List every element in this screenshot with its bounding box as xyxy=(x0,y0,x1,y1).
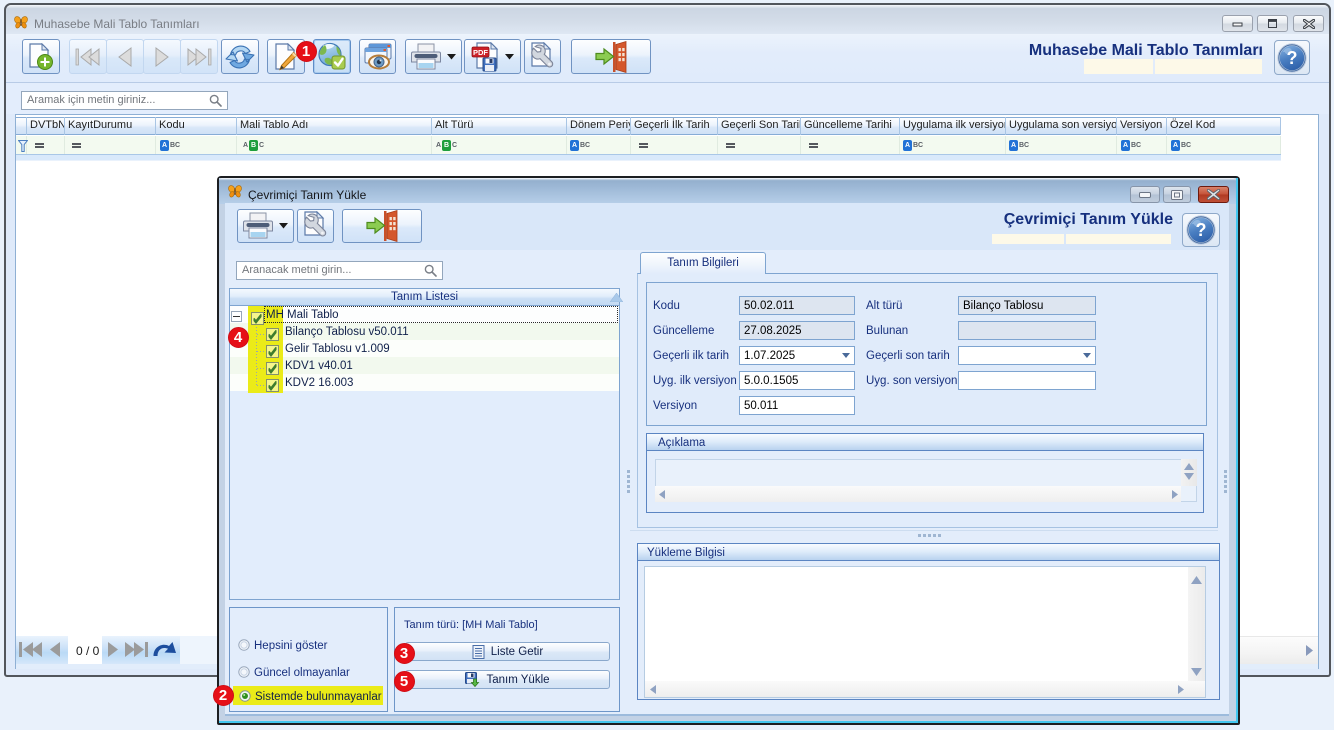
svg-text:PDF: PDF xyxy=(473,47,488,56)
svg-text:?: ? xyxy=(1196,220,1207,240)
svg-text:?: ? xyxy=(1287,48,1298,68)
